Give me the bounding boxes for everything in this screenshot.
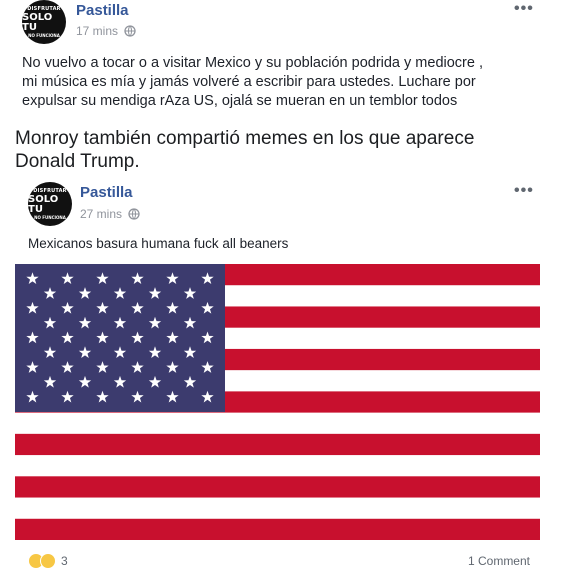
avatar-text-top: DISFRUTAR [27, 5, 61, 12]
globe-icon [128, 208, 140, 220]
post-text: Mexicanos basura humana fuck all beaners [28, 236, 289, 251]
avatar[interactable]: DISFRUTAR SOLO TU NO FUNCIONA [28, 182, 72, 226]
globe-icon [124, 25, 136, 37]
avatar[interactable]: DISFRUTAR SOLO TU NO FUNCIONA [22, 0, 66, 44]
post-text-line: expulsar su mendiga rAza US, ojalá se mu… [22, 93, 458, 109]
avatar-text-top: DISFRUTAR [33, 187, 67, 194]
author-name[interactable]: Pastilla [76, 2, 129, 19]
avatar-text-bottom: NO FUNCIONA [34, 214, 66, 220]
post-text-line: No vuelvo a tocar o a visitar Mexico y s… [22, 55, 483, 71]
more-options-icon[interactable]: ••• [514, 182, 534, 200]
flag-red-stripe [15, 433, 540, 456]
post-text-line: mi música es mía y jamás volveré a escri… [22, 74, 476, 90]
avatar-text-bottom: NO FUNCIONA [28, 32, 60, 38]
author-name[interactable]: Pastilla [80, 184, 133, 201]
article-caption: Monroy también compartió memes en los qu… [15, 127, 474, 173]
us-flag-image[interactable] [15, 264, 540, 540]
comments-link[interactable]: 1 Comment [468, 554, 530, 568]
wow-reaction-icon [40, 553, 56, 569]
flag-red-stripe [15, 518, 540, 540]
post-meta: 27 mins [80, 207, 140, 221]
caption-line: Monroy también compartió memes en los qu… [15, 128, 475, 149]
reactions-summary[interactable]: 3 [28, 553, 68, 569]
timestamp[interactable]: 27 mins [80, 207, 122, 221]
avatar-text-main: SOLO TU [22, 11, 53, 33]
post-text: No vuelvo a tocar o a visitar Mexico y s… [22, 54, 483, 111]
reactions-count: 3 [61, 554, 68, 568]
flag-red-stripe [15, 476, 540, 498]
more-options-icon[interactable]: ••• [514, 0, 534, 18]
timestamp[interactable]: 17 mins [76, 24, 118, 38]
avatar-text-main: SOLO TU [28, 193, 59, 215]
caption-line: Donald Trump. [15, 151, 140, 172]
post-meta: 17 mins [76, 24, 136, 38]
